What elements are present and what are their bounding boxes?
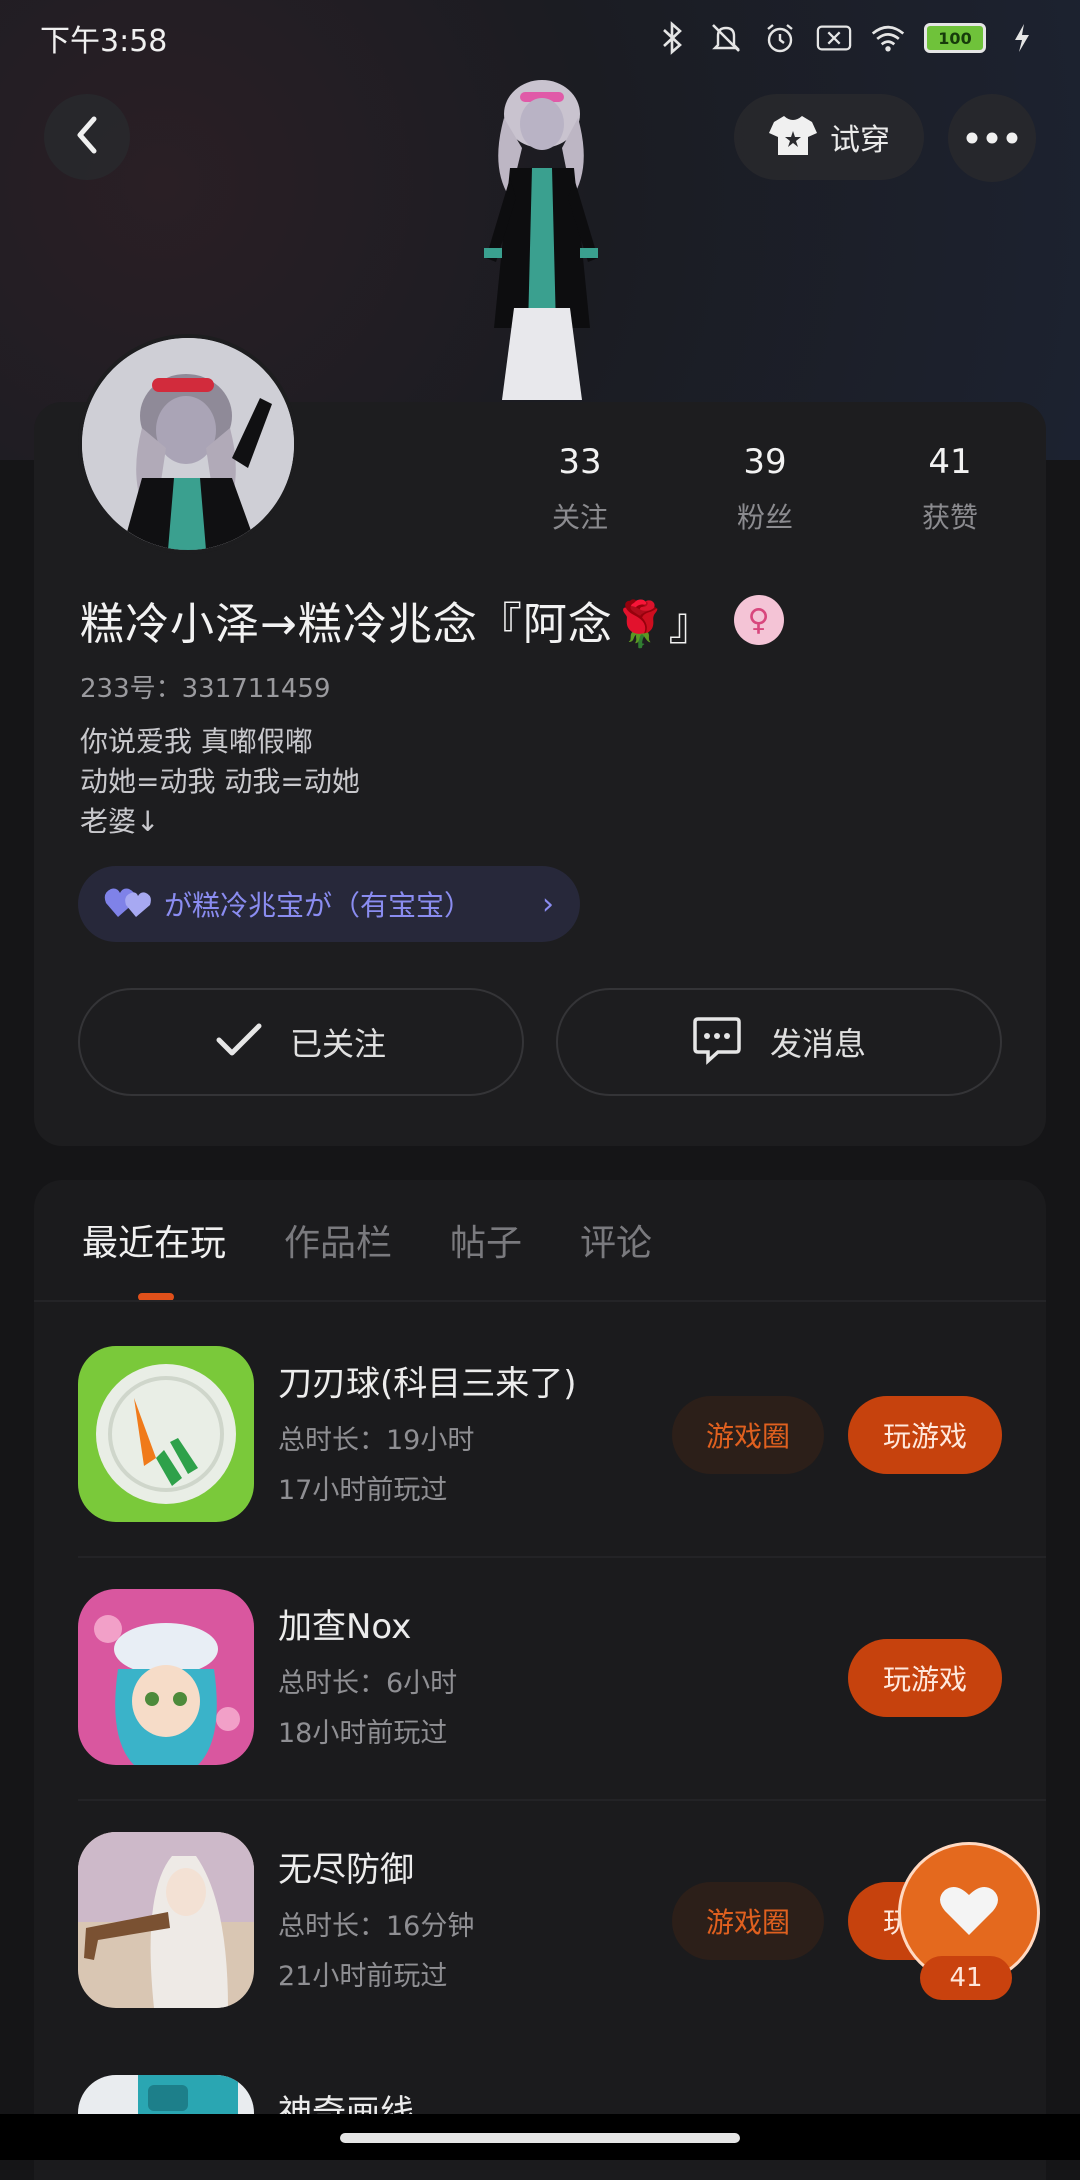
game-circle-button[interactable]: 游戏圈 bbox=[672, 1882, 824, 1960]
status-bar: 下午3:58 100 bbox=[0, 0, 1080, 76]
game-total-time: 总时长：16分钟 bbox=[278, 1911, 475, 1942]
mute-icon bbox=[708, 20, 744, 56]
status-icons: 100 bbox=[654, 20, 1040, 56]
battery-icon: 100 bbox=[924, 23, 986, 53]
game-name: 无尽防御 bbox=[278, 1850, 414, 1890]
list-divider bbox=[78, 1799, 1046, 1801]
game-icon[interactable] bbox=[78, 1589, 254, 1765]
game-name: 神奇画线 bbox=[278, 2093, 414, 2114]
game-circle-button[interactable]: 游戏圈 bbox=[672, 1396, 824, 1474]
play-game-button[interactable]: 玩游戏 bbox=[848, 1396, 1002, 1474]
tab-works[interactable]: 作品栏 bbox=[284, 1214, 392, 1266]
profile-actions: 已关注 发消息 bbox=[78, 988, 1002, 1096]
list-item[interactable]: 无尽防御 总时长：16分钟 21小时前玩过 游戏圈 玩游戏 bbox=[78, 1832, 1002, 2008]
game-total-time: 总时长：19小时 bbox=[278, 1425, 475, 1456]
game-name: 加查Nox bbox=[278, 1607, 412, 1647]
username: 糕冷小泽→糕冷兆念『阿念🌹』 bbox=[80, 599, 714, 650]
heart-icon bbox=[939, 1885, 999, 1941]
stat-label: 关注 bbox=[551, 501, 608, 534]
stat-label: 获赞 bbox=[921, 501, 978, 534]
game-last-played: 18小时前玩过 bbox=[278, 1718, 448, 1749]
bio-line: 动她=动我 动我=动她 bbox=[80, 765, 360, 798]
like-count-badge: 41 bbox=[920, 1956, 1012, 2000]
more-options-button[interactable] bbox=[948, 94, 1036, 182]
list-item[interactable]: 神奇画线 bbox=[78, 2075, 1002, 2114]
profile-stats: 33 关注 39 粉丝 41 获赞 bbox=[500, 442, 1030, 536]
tab-posts[interactable]: 帖子 bbox=[450, 1214, 522, 1266]
stat-likes[interactable]: 41 获赞 bbox=[870, 442, 1030, 536]
game-icon[interactable] bbox=[78, 1346, 254, 1522]
family-link[interactable]: が糕冷兆宝が（有宝宝） › bbox=[78, 866, 580, 942]
chat-bubble-icon bbox=[692, 1015, 742, 1069]
game-icon[interactable] bbox=[78, 1832, 254, 2008]
bio: 你说爱我 真嘟假嘟 动她=动我 动我=动她 老婆↓ bbox=[80, 722, 360, 842]
bluetooth-icon bbox=[654, 20, 690, 56]
content-tabs: 最近在玩 作品栏 帖子 评论 bbox=[82, 1214, 652, 1266]
list-item[interactable]: 加查Nox 总时长：6小时 18小时前玩过 玩游戏 bbox=[78, 1589, 1002, 1765]
send-message-label: 发消息 bbox=[769, 1025, 866, 1063]
user-id[interactable]: 233号：331711459 bbox=[80, 668, 331, 705]
try-on-button[interactable]: 试穿 bbox=[734, 94, 924, 180]
more-dots-icon bbox=[966, 129, 1018, 148]
play-game-button[interactable]: 玩游戏 bbox=[848, 1639, 1002, 1717]
followed-label: 已关注 bbox=[289, 1025, 386, 1063]
stat-label: 粉丝 bbox=[736, 501, 793, 534]
charging-icon bbox=[1004, 20, 1040, 56]
avatar-3d-figure bbox=[450, 78, 630, 400]
stat-followers[interactable]: 39 粉丝 bbox=[685, 442, 845, 536]
bio-line: 老婆↓ bbox=[80, 805, 160, 838]
checkmark-icon bbox=[216, 1023, 262, 1061]
send-message-button[interactable]: 发消息 bbox=[556, 988, 1002, 1096]
female-gender-icon: ♀ bbox=[733, 595, 784, 645]
home-indicator[interactable] bbox=[340, 2133, 740, 2143]
try-on-label: 试穿 bbox=[830, 123, 890, 158]
list-divider bbox=[78, 1556, 1046, 1558]
game-name: 刀刃球(科目三来了) bbox=[278, 1364, 577, 1404]
stat-value: 41 bbox=[928, 442, 972, 482]
stat-following[interactable]: 33 关注 bbox=[500, 442, 660, 536]
family-label: が糕冷兆宝が（有宝宝） bbox=[164, 889, 473, 922]
alarm-icon bbox=[762, 20, 798, 56]
followed-button[interactable]: 已关注 bbox=[78, 988, 524, 1096]
avatar[interactable] bbox=[78, 334, 298, 554]
game-last-played: 21小时前玩过 bbox=[278, 1961, 448, 1992]
tab-recently-played[interactable]: 最近在玩 bbox=[82, 1214, 226, 1266]
tabs-divider bbox=[34, 1300, 1046, 1302]
stat-value: 39 bbox=[743, 442, 787, 482]
wifi-icon bbox=[870, 20, 906, 56]
shirt-icon bbox=[768, 113, 818, 161]
sim-off-icon bbox=[816, 20, 852, 56]
chevron-left-icon bbox=[72, 115, 102, 159]
double-heart-icon bbox=[104, 885, 152, 923]
username-row: 糕冷小泽→糕冷兆念『阿念🌹』 ♀ bbox=[80, 588, 784, 652]
game-total-time: 总时长：6小时 bbox=[278, 1668, 458, 1699]
stat-value: 33 bbox=[558, 442, 602, 482]
status-time: 下午3:58 bbox=[40, 24, 168, 59]
back-button[interactable] bbox=[44, 94, 130, 180]
bio-line: 你说爱我 真嘟假嘟 bbox=[80, 725, 313, 758]
game-icon[interactable] bbox=[78, 2075, 254, 2114]
chevron-right-icon: › bbox=[542, 886, 554, 922]
game-last-played: 17小时前玩过 bbox=[278, 1475, 448, 1506]
list-item[interactable]: 刀刃球(科目三来了) 总时长：19小时 17小时前玩过 游戏圈 玩游戏 bbox=[78, 1346, 1002, 1522]
tab-comments[interactable]: 评论 bbox=[580, 1214, 652, 1266]
